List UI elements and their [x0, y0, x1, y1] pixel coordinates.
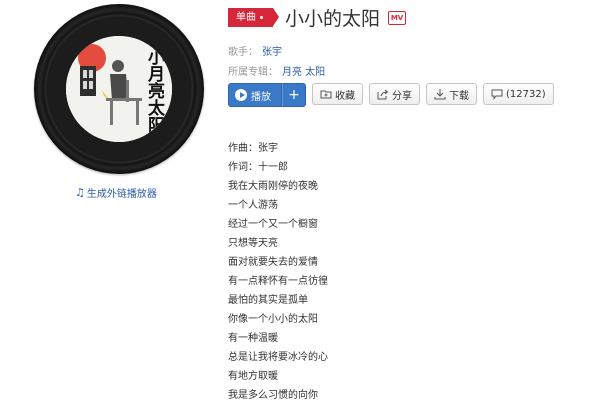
comments-count: (12732)	[506, 88, 546, 100]
lyric-line: 经过一个又一个橱窗	[228, 219, 318, 230]
play-label: 播放	[251, 91, 271, 103]
mv-icon[interactable]: MV	[388, 10, 407, 25]
lyric-line: 只想等天亮	[228, 238, 278, 249]
singer-link[interactable]: 张宇	[262, 47, 282, 58]
dot-icon	[260, 15, 263, 19]
play-button[interactable]: 播放	[228, 83, 282, 107]
add-to-playlist-button[interactable]: +	[282, 83, 306, 107]
folder-plus-icon	[320, 90, 332, 99]
external-player-link[interactable]: ♫ 生成外链播放器	[75, 185, 157, 200]
singer-row: 歌手： 张宇	[228, 43, 282, 58]
action-bar: 播放 + 收藏 分享 下载 (12732)	[228, 83, 554, 107]
lyric-line: 面对就要失去的爱情	[228, 257, 318, 268]
type-badge-label: 单曲	[236, 12, 256, 23]
cover-title-text: 小月亮太阳	[144, 48, 164, 133]
song-header: 单曲 小小的太阳 MV	[228, 4, 407, 31]
play-group: 播放 +	[228, 83, 306, 107]
external-player-label: 生成外链播放器	[86, 189, 157, 200]
song-title: 小小的太阳	[285, 8, 381, 30]
lyrics-panel: 作曲：张宇 作词：十一郎 我在大雨刚停的夜晚 一个人游荡 经过一个又一个橱窗 只…	[228, 139, 328, 405]
lyric-line: 有一点释怀有一点彷徨	[228, 276, 328, 287]
collect-label: 收藏	[335, 90, 355, 102]
album-label: 所属专辑：	[228, 67, 278, 78]
collect-button[interactable]: 收藏	[312, 83, 363, 105]
download-label: 下载	[449, 90, 469, 102]
lyric-line: 最怕的其实是孤单	[228, 295, 308, 306]
comments-button[interactable]: (12732)	[483, 83, 554, 105]
lyric-line: 你像一个小小的太阳	[228, 314, 318, 325]
lyric-line: 有地方取暖	[228, 371, 278, 382]
lyric-line: 作曲：张宇	[228, 143, 278, 154]
lyric-line: 一个人游荡	[228, 200, 278, 211]
music-note-icon: ♫	[75, 186, 85, 199]
lyric-line: 作词：十一郎	[228, 162, 288, 173]
share-label: 分享	[392, 90, 412, 102]
album-row: 所属专辑： 月亮 太阳	[228, 63, 325, 78]
share-icon	[377, 89, 389, 100]
play-icon	[235, 89, 247, 101]
lyric-line: 我是多么习惯的向你	[228, 390, 318, 401]
download-button[interactable]: 下载	[426, 83, 477, 105]
album-cover[interactable]: 小月亮太阳	[66, 36, 172, 142]
lyric-line: 总是让我将要冰冷的心	[228, 352, 328, 363]
download-icon	[434, 89, 446, 100]
album-link[interactable]: 月亮 太阳	[282, 67, 325, 78]
type-badge: 单曲	[228, 8, 279, 27]
singer-label: 歌手：	[228, 47, 258, 58]
comment-icon	[491, 89, 503, 100]
lyric-line: 我在大雨刚停的夜晚	[228, 181, 318, 192]
lyric-line: 有一种温暖	[228, 333, 278, 344]
share-button[interactable]: 分享	[369, 83, 420, 105]
